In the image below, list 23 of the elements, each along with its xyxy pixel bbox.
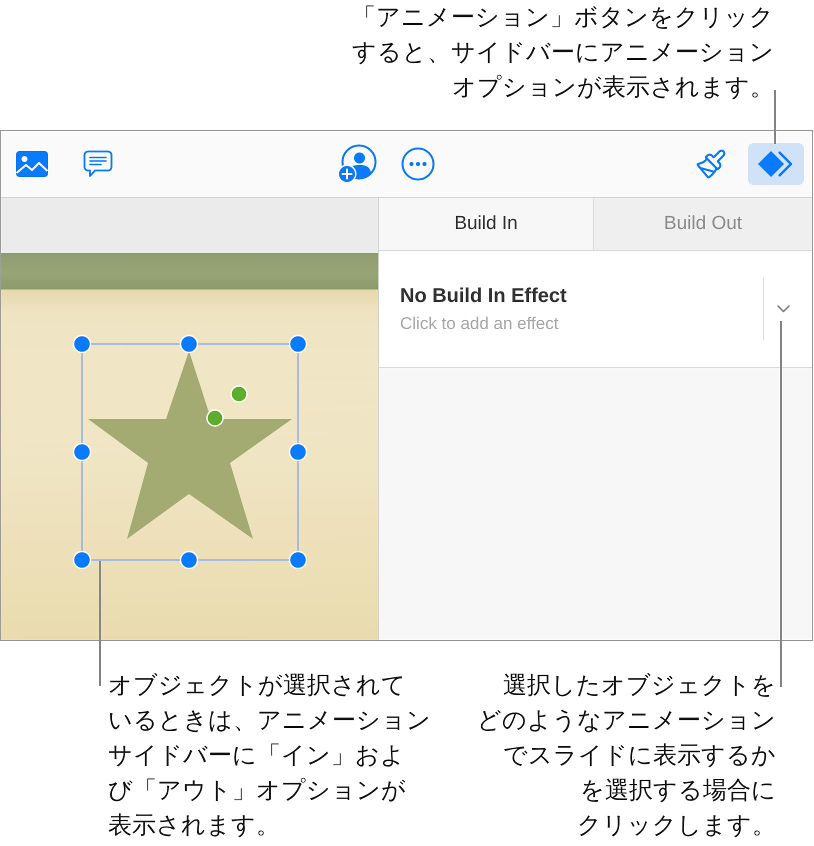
image-icon[interactable] xyxy=(15,150,49,178)
selection-handle[interactable] xyxy=(72,550,92,570)
callout-text: オブジェクトが選択されて いるときは、アニメーション サイドバーに「イン」およ び「アウト」オプションが 表示されます。 xyxy=(108,670,431,841)
selection-handle[interactable] xyxy=(72,334,92,354)
callout-text: 選択したオブジェクトを どのようなアニメーション でスライドに表示するか を選択する場合に クリックします。 xyxy=(477,670,776,841)
control-point-handle[interactable] xyxy=(230,385,248,403)
selection-handle[interactable] xyxy=(288,334,308,354)
leader-line xyxy=(774,90,776,144)
callout-text: 「アニメーション」ボタンをクリック すると、サイドバーにアニメーション オプションが表示されます。 xyxy=(352,2,774,103)
selection-handle[interactable] xyxy=(288,550,308,570)
effect-hint: Click to add an effect xyxy=(400,314,558,334)
animation-button[interactable] xyxy=(748,143,804,185)
selection-handle[interactable] xyxy=(288,442,308,462)
selection-handle[interactable] xyxy=(180,334,198,354)
chevron-down-icon[interactable] xyxy=(776,305,790,313)
add-person-icon[interactable] xyxy=(337,144,377,184)
selection-handle[interactable] xyxy=(72,442,92,462)
effect-title: No Build In Effect xyxy=(400,284,567,308)
control-point-handle[interactable] xyxy=(206,409,224,427)
speech-bubble-icon[interactable] xyxy=(83,150,113,178)
more-icon[interactable] xyxy=(401,147,435,181)
paintbrush-icon xyxy=(695,148,727,180)
selection-handle[interactable] xyxy=(180,550,198,570)
